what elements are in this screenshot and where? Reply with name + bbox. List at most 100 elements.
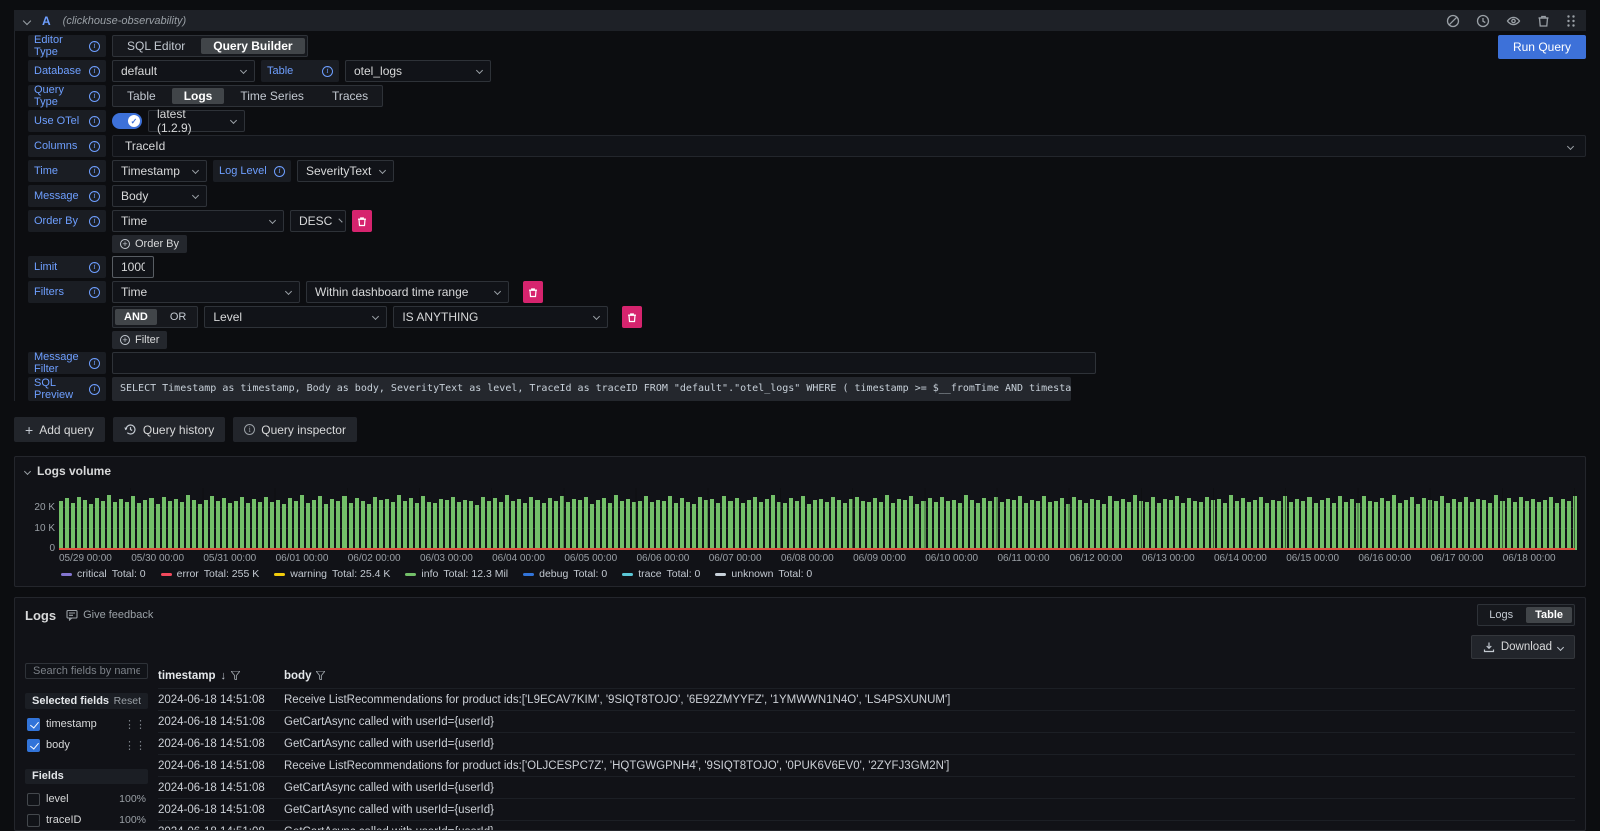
legend-item-warning[interactable]: warningTotal: 25.4 K <box>274 568 390 580</box>
query-inspector-button[interactable]: Query inspector <box>233 417 357 442</box>
bar <box>439 499 443 550</box>
search-fields-input[interactable] <box>25 663 148 679</box>
info-icon <box>274 166 285 177</box>
add-order-by-button[interactable]: Order By <box>112 235 187 253</box>
option-table[interactable]: Table <box>115 88 168 104</box>
legend-item-trace[interactable]: traceTotal: 0 <box>622 568 700 580</box>
eye-icon[interactable] <box>1506 14 1521 28</box>
bar <box>1012 500 1016 550</box>
option-traces[interactable]: Traces <box>320 88 380 104</box>
query-letter[interactable]: A <box>42 14 51 28</box>
logs-volume-chart: 20 K 10 K 0 <box>25 488 1575 550</box>
bar <box>674 503 678 550</box>
add-query-button[interactable]: +Add query <box>14 417 105 442</box>
bar <box>379 500 383 550</box>
option-and[interactable]: AND <box>115 309 157 325</box>
option-sql-editor[interactable]: SQL Editor <box>115 38 197 54</box>
bar <box>1525 501 1529 550</box>
option-query-builder[interactable]: Query Builder <box>201 38 304 54</box>
run-query-button[interactable]: Run Query <box>1498 35 1586 59</box>
bar <box>1078 500 1082 550</box>
table-select[interactable]: otel_logs <box>345 60 491 82</box>
filter-level-select[interactable]: Level <box>204 306 387 328</box>
bar <box>125 502 129 550</box>
field-level[interactable]: level100% <box>25 790 148 809</box>
logs-volume-title[interactable]: Logs volume <box>37 464 111 478</box>
checkbox-icon[interactable] <box>27 793 40 806</box>
filter-icon[interactable] <box>231 671 240 680</box>
filter-operator-select[interactable]: Within dashboard time range <box>306 281 509 303</box>
legend-color-icon <box>715 573 726 576</box>
drag-handle-icon[interactable] <box>124 739 146 752</box>
bar <box>1404 500 1408 550</box>
selected-field-timestamp[interactable]: timestamp <box>25 715 148 734</box>
field-traceID[interactable]: traceID100% <box>25 811 148 830</box>
filter-icon[interactable] <box>316 671 325 680</box>
query-history-button[interactable]: Query history <box>113 417 225 442</box>
drag-handle-icon[interactable] <box>1566 14 1576 28</box>
trash-icon[interactable] <box>1537 14 1550 28</box>
option-logs[interactable]: Logs <box>172 88 225 104</box>
history-icon[interactable] <box>1476 14 1490 28</box>
log-level-select[interactable]: SeverityText <box>297 160 394 182</box>
bar <box>1392 495 1396 550</box>
bar <box>1452 499 1456 550</box>
chevron-down-icon <box>1567 142 1574 149</box>
message-label: Message <box>28 185 106 207</box>
order-by-direction-select[interactable]: DESC <box>290 210 346 232</box>
logs-title: Logs <box>25 608 56 623</box>
add-filter-button[interactable]: Filter <box>112 331 167 349</box>
bar <box>1102 504 1106 550</box>
time-column-select[interactable]: Timestamp <box>112 160 207 182</box>
use-otel-toggle[interactable] <box>112 113 142 129</box>
editor-type-row: Editor Type SQL EditorQuery Builder <box>28 35 1586 57</box>
legend-item-debug[interactable]: debugTotal: 0 <box>523 568 607 580</box>
collapse-query-icon[interactable] <box>23 16 31 24</box>
option-table[interactable]: Table <box>1526 607 1572 623</box>
logs-table: timestamp ↓ body 2024-06-18 14:51:08Rece… <box>158 663 1575 830</box>
bar <box>1211 500 1215 550</box>
filter-field-select[interactable]: Time <box>112 281 300 303</box>
filter-op-select[interactable]: IS ANYTHING <box>393 306 608 328</box>
legend-item-critical[interactable]: criticalTotal: 0 <box>61 568 146 580</box>
bar <box>59 501 63 550</box>
selected-field-body[interactable]: body <box>25 736 148 755</box>
option-time-series[interactable]: Time Series <box>228 88 316 104</box>
reset-fields-button[interactable]: Reset <box>114 695 141 707</box>
give-feedback-link[interactable]: Give feedback <box>66 609 153 621</box>
checkbox-checked-icon[interactable] <box>27 718 40 731</box>
database-select[interactable]: default <box>112 60 255 82</box>
chevron-down-icon <box>372 312 379 319</box>
checkbox-checked-icon[interactable] <box>27 739 40 752</box>
x-tick: 06/13 00:00 <box>1142 553 1214 564</box>
timestamp-column-header[interactable]: timestamp ↓ <box>158 670 284 682</box>
bar <box>198 504 202 550</box>
chart-plot-area[interactable] <box>59 488 1575 550</box>
order-by-field-select[interactable]: Time <box>112 210 284 232</box>
drag-handle-icon[interactable] <box>124 718 146 731</box>
timestamp-cell: 2024-06-18 14:51:08 <box>158 826 284 831</box>
limit-input[interactable] <box>112 256 154 278</box>
body-column-header[interactable]: body <box>284 670 1575 682</box>
download-button[interactable]: Download <box>1471 635 1575 659</box>
bar <box>1488 503 1492 550</box>
disable-query-icon[interactable] <box>1446 14 1460 28</box>
option-logs[interactable]: Logs <box>1480 607 1522 623</box>
remove-filter-button[interactable] <box>523 281 543 303</box>
collapse-panel-icon[interactable] <box>24 467 31 474</box>
bar <box>1356 503 1360 550</box>
columns-select[interactable]: TraceId <box>112 135 1586 157</box>
legend-item-error[interactable]: errorTotal: 255 K <box>161 568 260 580</box>
checkbox-icon[interactable] <box>27 814 40 827</box>
legend-color-icon <box>405 573 416 576</box>
message-select[interactable]: Body <box>112 185 207 207</box>
remove-condition-button[interactable] <box>622 306 642 328</box>
legend-item-info[interactable]: infoTotal: 12.3 Mil <box>405 568 508 580</box>
otel-version-select[interactable]: latest (1.2.9) <box>148 110 245 132</box>
legend-item-unknown[interactable]: unknownTotal: 0 <box>715 568 812 580</box>
sort-desc-icon[interactable]: ↓ <box>221 670 227 682</box>
remove-order-by-button[interactable] <box>352 210 372 232</box>
option-or[interactable]: OR <box>161 309 196 325</box>
info-icon <box>89 287 100 298</box>
message-filter-input[interactable] <box>112 352 1096 374</box>
